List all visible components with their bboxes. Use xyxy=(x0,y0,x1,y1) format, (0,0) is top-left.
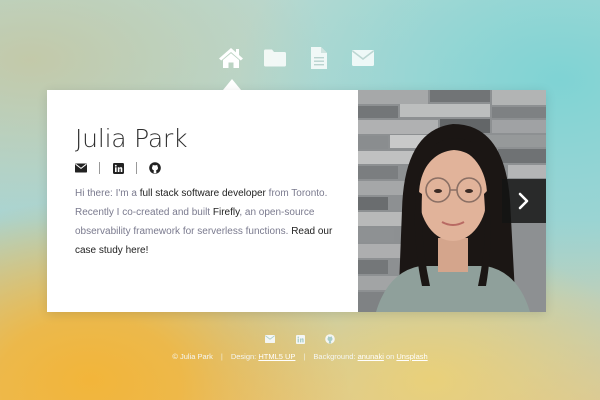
footer-envelope-icon[interactable] xyxy=(264,333,276,345)
separator xyxy=(136,162,137,174)
profile-text: Julia Park Hi there: I'm a full stack so… xyxy=(47,90,358,312)
chevron-right-icon xyxy=(517,192,531,210)
linkedin-link-icon[interactable] xyxy=(112,162,124,174)
nav-envelope-icon[interactable] xyxy=(348,44,378,72)
project-name: Firefly xyxy=(212,207,240,218)
background-on-text: on xyxy=(383,352,397,361)
footer-credits: © Julia Park | Design: HTML5 UP | Background… xyxy=(0,352,600,361)
design-label: Design: xyxy=(230,352,259,361)
social-links xyxy=(75,160,338,176)
separator: | xyxy=(220,352,223,361)
email-link-icon[interactable] xyxy=(75,162,87,174)
role-highlight: full stack software developer xyxy=(139,188,266,199)
profile-photo xyxy=(358,90,546,312)
recent-paragraph: Recently I co-created and built Firefly,… xyxy=(75,203,338,260)
unsplash-link[interactable]: Unsplash xyxy=(396,352,427,361)
nav-folder-icon[interactable] xyxy=(260,44,290,72)
intro-prefix: Hi there: I'm a xyxy=(75,188,140,199)
intro-suffix: from Toronto. xyxy=(265,188,328,199)
copyright-text: © Julia Park xyxy=(172,352,213,361)
nav-home-icon[interactable] xyxy=(216,44,246,72)
footer-social-links xyxy=(0,333,600,345)
recent-prefix: Recently I co-created and built xyxy=(75,207,213,218)
profile-name: Julia Park xyxy=(75,124,188,153)
footer-linkedin-icon[interactable] xyxy=(294,333,306,345)
profile-card: Julia Park Hi there: I'm a full stack so… xyxy=(47,90,546,312)
active-nav-pointer xyxy=(223,79,241,90)
top-nav xyxy=(0,44,600,74)
footer-github-icon[interactable] xyxy=(324,333,336,345)
separator xyxy=(99,162,100,174)
design-credit-link[interactable]: HTML5 UP xyxy=(258,352,295,361)
nav-file-icon[interactable] xyxy=(304,44,334,72)
next-photo-button[interactable] xyxy=(502,179,546,223)
separator: | xyxy=(303,352,306,361)
intro-paragraph: Hi there: I'm a full stack software deve… xyxy=(75,184,338,203)
background-label: Background: xyxy=(313,352,358,361)
github-link-icon[interactable] xyxy=(149,162,161,174)
background-author-link[interactable]: anunaki xyxy=(358,352,384,361)
